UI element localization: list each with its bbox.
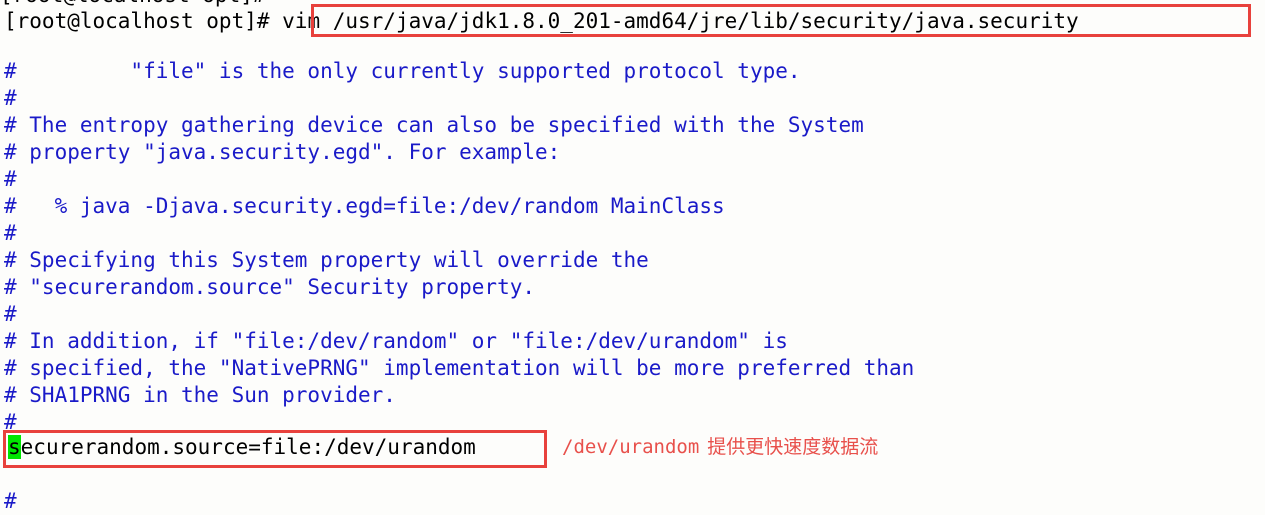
addition-line-3: # SHA1PRNG in the Sun provider. [4,383,396,407]
file-line: # "file" is the only currently supported… [4,59,801,83]
vim-cursor: s [8,435,21,459]
annotation-path: /dev/urandom [562,436,700,458]
blank-line-2: # [4,167,17,191]
blank-line-4: # [4,302,17,326]
command-line: [root@localhost opt]# vim /usr/java/jdk1… [4,8,1079,35]
annotation-note: 提供更快速度数据流 [707,436,879,458]
annotation-text: /dev/urandom 提供更快速度数据流 [562,433,878,461]
blank-line-1: # [4,86,17,110]
securerandom-source-value: ecurerandom.source=file:/dev/urandom [20,435,476,459]
addition-line-2: # specified, the "NativePRNG" implementa… [4,356,915,380]
trailing-blank-line: # [4,489,17,513]
example-line: # % java -Djava.security.egd=file:/dev/r… [4,194,725,218]
override-line-2: # "securerandom.source" Security propert… [4,275,536,299]
terminal-window: [root@localhost opt]# [root@localhost op… [0,0,1265,515]
blank-line-3: # [4,221,17,245]
entropy-line-2: # property "java.security.egd". For exam… [4,140,561,164]
override-line-1: # Specifying this System property will o… [4,248,649,272]
entropy-line-1: # The entropy gathering device can also … [4,113,864,137]
shell-prompt: [root@localhost opt]# [4,9,283,33]
addition-line-1: # In addition, if "file:/dev/random" or … [4,329,788,353]
securerandom-source-line[interactable]: securerandom.source=file:/dev/urandom [8,434,476,461]
blank-line-5: # [4,410,17,434]
vim-command: vim /usr/java/jdk1.8.0_201-amd64/jre/lib… [282,9,1079,33]
